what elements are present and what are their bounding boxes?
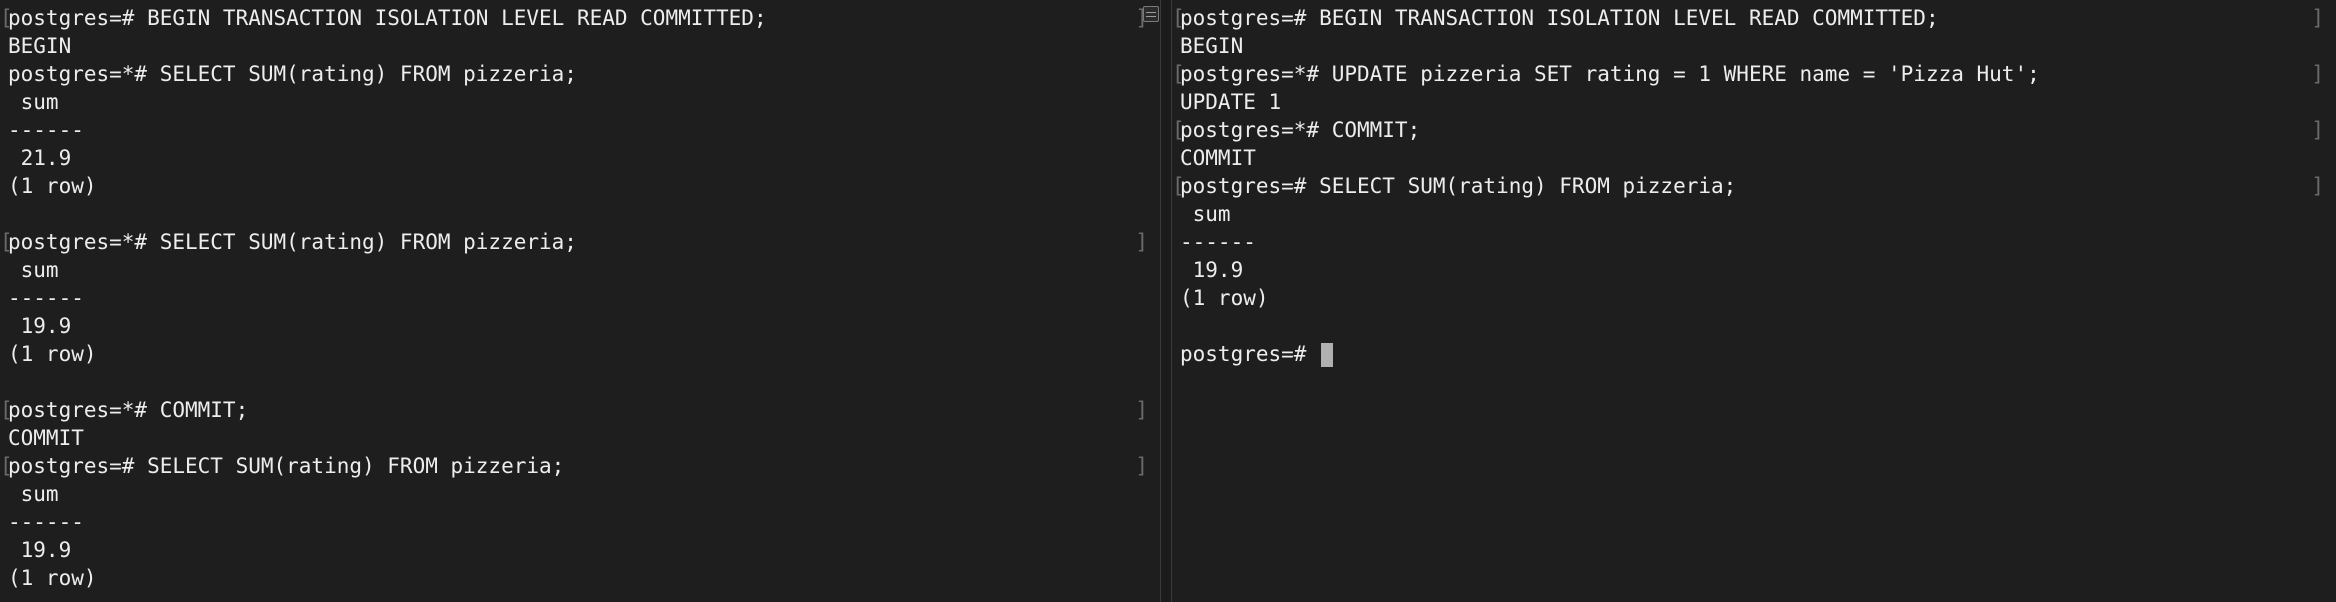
terminal-line: postgres=*# SELECT SUM(rating) FROM pizz…	[0, 228, 1148, 256]
terminal-line-text: COMMIT	[1180, 146, 1256, 170]
terminal-pane-left[interactable]: postgres=# BEGIN TRANSACTION ISOLATION L…	[0, 0, 1160, 602]
terminal-line: postgres=*# COMMIT;[]	[1172, 116, 2324, 144]
terminal-line: postgres=*# UPDATE pizzeria SET rating =…	[1172, 60, 2324, 88]
terminal-line-text: postgres=# BEGIN TRANSACTION ISOLATION L…	[8, 6, 767, 30]
terminal-line-text: 21.9	[8, 146, 72, 170]
terminal-line: UPDATE 1	[1180, 88, 2306, 116]
terminal-line-text: sum	[8, 90, 59, 114]
terminal-line: postgres=*# SELECT SUM(rating) FROM pizz…	[8, 60, 1130, 88]
terminal-line: 21.9	[8, 144, 1130, 172]
terminal-output-left: postgres=# BEGIN TRANSACTION ISOLATION L…	[0, 4, 1148, 592]
terminal-line-text: 19.9	[8, 314, 72, 338]
terminal-line-text: (1 row)	[8, 342, 97, 366]
terminal-prompt-line[interactable]: postgres=#	[1180, 340, 2306, 368]
terminal-line: 19.9	[1180, 256, 2306, 284]
terminal-line-text: (1 row)	[1180, 286, 1269, 310]
line-mark-open: [	[0, 454, 13, 478]
terminal-line-text: ------	[8, 118, 84, 142]
terminal-line-text: 19.9	[8, 538, 72, 562]
terminal-line-text: postgres=*# COMMIT;	[8, 398, 249, 422]
terminal-line: sum	[1180, 200, 2306, 228]
terminal-line: ------	[1180, 228, 2306, 256]
terminal-line: (1 row)	[8, 172, 1130, 200]
terminal-line-text: postgres=*# COMMIT;	[1180, 118, 1421, 142]
line-mark-open: [	[0, 230, 13, 254]
line-mark-open: [	[0, 6, 13, 30]
terminal-line: postgres=*# COMMIT;[]	[0, 396, 1148, 424]
terminal-line: postgres=# SELECT SUM(rating) FROM pizze…	[1172, 172, 2324, 200]
terminal-line-text: UPDATE 1	[1180, 90, 1282, 114]
line-mark-open: [	[0, 398, 13, 422]
terminal-line-text: postgres=*# SELECT SUM(rating) FROM pizz…	[8, 62, 577, 86]
terminal-line-text: BEGIN	[8, 34, 72, 58]
line-mark-close: ]	[1135, 398, 1148, 422]
terminal-pane-right[interactable]: postgres=# BEGIN TRANSACTION ISOLATION L…	[1172, 0, 2336, 602]
terminal-line: BEGIN	[1180, 32, 2306, 60]
terminal-line: ------	[8, 508, 1130, 536]
line-mark-open: [	[1172, 174, 1185, 198]
terminal-line-text: postgres=# SELECT SUM(rating) FROM pizze…	[8, 454, 565, 478]
terminal-line: BEGIN	[8, 32, 1130, 60]
terminal-line-text: ------	[1180, 230, 1256, 254]
terminal-line-text: 19.9	[1180, 258, 1244, 282]
terminal-line-text: postgres=*# SELECT SUM(rating) FROM pizz…	[8, 230, 577, 254]
terminal-line: COMMIT	[1180, 144, 2306, 172]
terminal-line: postgres=# BEGIN TRANSACTION ISOLATION L…	[0, 4, 1148, 32]
terminal-line: ------	[8, 116, 1130, 144]
terminal-line: (1 row)	[8, 564, 1130, 592]
terminal-line: (1 row)	[1180, 284, 2306, 312]
terminal-line-text: sum	[8, 482, 59, 506]
line-mark-close: ]	[2311, 6, 2324, 30]
terminal-prompt: postgres=#	[1180, 342, 1320, 366]
line-mark-open: [	[1172, 118, 1185, 142]
line-mark-open: [	[1172, 6, 1185, 30]
terminal-line-text: BEGIN	[1180, 34, 1244, 58]
terminal-line: ------	[8, 284, 1130, 312]
terminal-line: COMMIT	[8, 424, 1130, 452]
terminal-line-text: COMMIT	[8, 426, 84, 450]
terminal-line: (1 row)	[8, 340, 1130, 368]
line-mark-close: ]	[2311, 118, 2324, 142]
split-pane-icon[interactable]	[1143, 6, 1159, 22]
terminal-line-text: postgres=*# UPDATE pizzeria SET rating =…	[1180, 62, 2040, 86]
terminal-line: sum	[8, 256, 1130, 284]
terminal-line-text: postgres=# BEGIN TRANSACTION ISOLATION L…	[1180, 6, 1939, 30]
terminal-output-right: postgres=# BEGIN TRANSACTION ISOLATION L…	[1172, 4, 2324, 368]
terminal-line: postgres=# BEGIN TRANSACTION ISOLATION L…	[1172, 4, 2324, 32]
line-mark-close: ]	[1135, 230, 1148, 254]
terminal-line-text: ------	[8, 510, 84, 534]
terminal-line-text: ------	[8, 286, 84, 310]
terminal-line: sum	[8, 88, 1130, 116]
terminal-line-text: postgres=# SELECT SUM(rating) FROM pizze…	[1180, 174, 1737, 198]
terminal-line-text: sum	[1180, 202, 1231, 226]
line-mark-open: [	[1172, 62, 1185, 86]
terminal-line-text: (1 row)	[8, 174, 97, 198]
terminal-line: postgres=# SELECT SUM(rating) FROM pizze…	[0, 452, 1148, 480]
line-mark-close: ]	[2311, 174, 2324, 198]
terminal-line: 19.9	[8, 536, 1130, 564]
terminal-line-text: (1 row)	[8, 566, 97, 590]
line-mark-close: ]	[1135, 454, 1148, 478]
terminal-line: 19.9	[8, 312, 1130, 340]
terminal-line: sum	[8, 480, 1130, 508]
line-mark-close: ]	[2311, 62, 2324, 86]
terminal-line-text: sum	[8, 258, 59, 282]
text-cursor	[1321, 343, 1334, 367]
pane-divider[interactable]	[1160, 0, 1172, 602]
